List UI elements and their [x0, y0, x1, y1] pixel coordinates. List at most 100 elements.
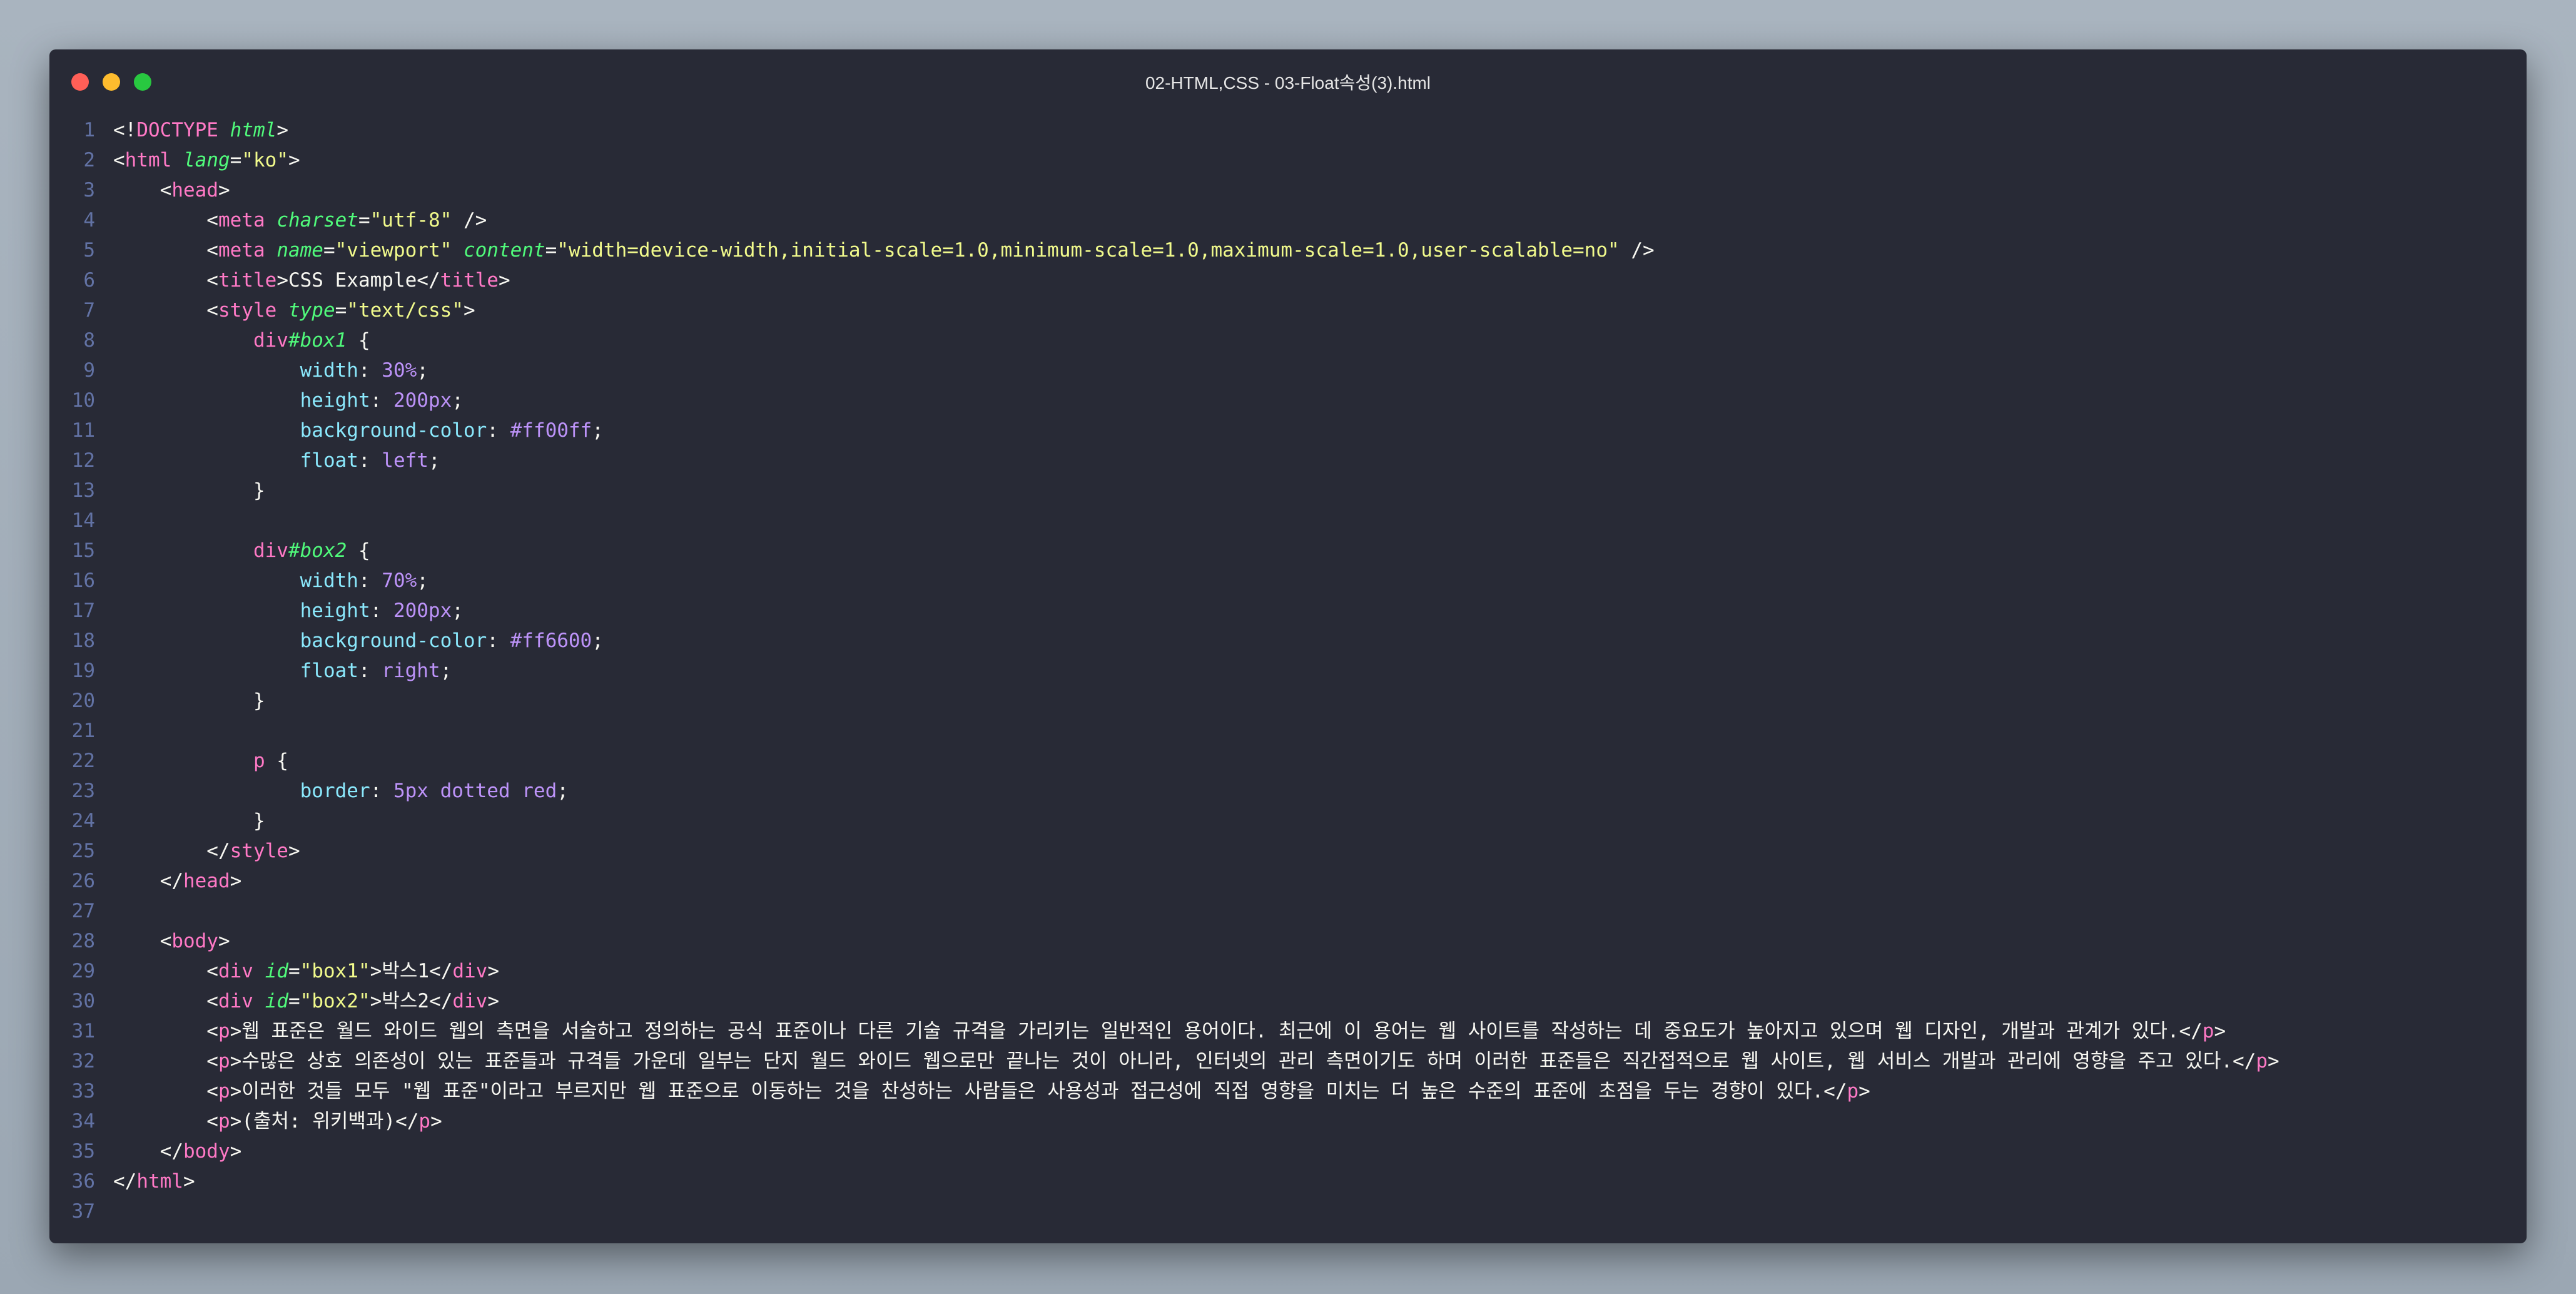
code-line[interactable]: 7 <style type="text/css"> — [49, 295, 2527, 325]
line-code: <body> — [113, 930, 230, 952]
code-line[interactable]: 33 <p>이러한 것들 모두 "웹 표준"이라고 부르지만 웹 표준으로 이동… — [49, 1076, 2527, 1106]
line-number: 5 — [83, 239, 95, 262]
code-token: background-color — [300, 629, 487, 652]
code-line[interactable]: 12 float: left; — [49, 446, 2527, 476]
code-token: charset — [276, 209, 358, 232]
code-line[interactable]: 36 </html> — [49, 1166, 2527, 1196]
code-line[interactable]: 2 <html lang="ko"> — [49, 145, 2527, 175]
line-code: background-color: #ff6600; — [113, 629, 604, 652]
line-code: } — [113, 690, 265, 712]
line-code: float: left; — [113, 449, 440, 472]
code-line[interactable]: 10 height: 200px; — [49, 385, 2527, 415]
code-line[interactable]: 15 div#box2 { — [49, 536, 2527, 566]
code-line[interactable]: 37 — [49, 1196, 2527, 1226]
line-code: } — [113, 810, 265, 832]
code-line[interactable]: 28 <body> — [49, 926, 2527, 956]
code-token: ; — [592, 419, 604, 442]
code-line[interactable]: 23 border: 5px dotted red; — [49, 776, 2527, 806]
line-code: <!DOCTYPE html> — [113, 119, 288, 141]
code-token: < — [113, 930, 172, 952]
code-token: </ — [113, 1140, 183, 1163]
code-token: > — [183, 1170, 195, 1193]
code-token: > — [1858, 1080, 1870, 1103]
line-code: float: right; — [113, 660, 452, 682]
line-number: 1 — [83, 119, 95, 141]
code-token: } — [113, 690, 265, 712]
code-token: : — [370, 599, 393, 622]
line-code: <div id="box1">박스1</div> — [113, 960, 499, 982]
code-line[interactable]: 9 width: 30%; — [49, 355, 2527, 385]
line-number: 35 — [71, 1140, 95, 1163]
code-line[interactable]: 27 — [49, 896, 2527, 926]
code-token: > — [276, 119, 288, 141]
code-line[interactable]: 30 <div id="box2">박스2</div> — [49, 986, 2527, 1016]
line-code: <p>이러한 것들 모두 "웹 표준"이라고 부르지만 웹 표준으로 이동하는 … — [113, 1080, 1870, 1103]
code-token: >CSS Example</ — [276, 269, 440, 292]
code-token: > — [288, 840, 300, 862]
code-line[interactable]: 21 — [49, 716, 2527, 746]
code-token: > — [218, 930, 230, 952]
code-token: p — [218, 1020, 230, 1042]
line-number: 24 — [71, 810, 95, 832]
code-token: { — [265, 750, 288, 772]
line-code: <p>(출처: 위키백과)</p> — [113, 1110, 442, 1133]
line-code: <p>수많은 상호 의존성이 있는 표준들과 규격들 가운데 일부는 단지 월드… — [113, 1050, 2279, 1072]
code-line[interactable]: 24 } — [49, 806, 2527, 836]
code-token: height — [300, 389, 370, 412]
line-code: div#box2 { — [113, 539, 370, 562]
code-line[interactable]: 22 p { — [49, 746, 2527, 776]
code-token: > — [487, 960, 500, 982]
code-token: left — [382, 449, 428, 472]
code-line[interactable]: 26 </head> — [49, 866, 2527, 896]
code-token: ; — [417, 359, 428, 382]
code-token: "box2" — [300, 990, 370, 1012]
code-line[interactable]: 8 div#box1 { — [49, 325, 2527, 355]
code-line[interactable]: 11 background-color: #ff00ff; — [49, 415, 2527, 446]
code-token: 200px — [393, 389, 452, 412]
code-line[interactable]: 20 } — [49, 686, 2527, 716]
code-line[interactable]: 14 — [49, 506, 2527, 536]
code-token: div — [218, 990, 253, 1012]
code-token: > — [2268, 1050, 2279, 1072]
code-line[interactable]: 32 <p>수많은 상호 의존성이 있는 표준들과 규격들 가운데 일부는 단지… — [49, 1046, 2527, 1076]
code-editor[interactable]: 1 <!DOCTYPE html> 2 <html lang="ko"> 3 <head… — [49, 112, 2527, 1243]
code-line[interactable]: 1 <!DOCTYPE html> — [49, 115, 2527, 145]
code-token: { — [347, 329, 370, 352]
line-number: 9 — [83, 359, 95, 382]
code-line[interactable]: 4 <meta charset="utf-8" /> — [49, 205, 2527, 235]
code-line[interactable]: 35 </body> — [49, 1136, 2527, 1166]
code-line[interactable]: 13 } — [49, 476, 2527, 506]
code-token: p — [218, 1110, 230, 1133]
code-line[interactable]: 29 <div id="box1">박스1</div> — [49, 956, 2527, 986]
line-number: 22 — [71, 750, 95, 772]
code-token: right — [382, 660, 440, 682]
code-line[interactable]: 17 height: 200px; — [49, 596, 2527, 626]
code-line[interactable]: 5 <meta name="viewport" content="width=d… — [49, 235, 2527, 265]
code-token: name — [276, 239, 323, 262]
line-number: 28 — [71, 930, 95, 952]
code-token: < — [113, 239, 218, 262]
code-line[interactable]: 6 <title>CSS Example</title> — [49, 265, 2527, 295]
code-token: { — [347, 539, 370, 562]
code-token: title — [218, 269, 277, 292]
code-line[interactable]: 3 <head> — [49, 175, 2527, 205]
code-line[interactable]: 31 <p>웹 표준은 월드 와이드 웹의 측면을 서술하고 정의하는 공식 표… — [49, 1016, 2527, 1046]
code-token: = — [230, 149, 242, 171]
code-token: < — [113, 149, 125, 171]
code-token: : — [358, 569, 382, 592]
code-token: < — [113, 1020, 218, 1042]
code-line[interactable]: 19 float: right; — [49, 656, 2527, 686]
code-line[interactable]: 18 background-color: #ff6600; — [49, 626, 2527, 656]
code-line[interactable]: 25 </style> — [49, 836, 2527, 866]
code-line[interactable]: 34 <p>(출처: 위키백과)</p> — [49, 1106, 2527, 1136]
code-token: >이러한 것들 모두 "웹 표준"이라고 부르지만 웹 표준으로 이동하는 것을… — [230, 1080, 1847, 1103]
code-token: body — [171, 930, 218, 952]
code-token: /> — [452, 209, 487, 232]
code-line[interactable]: 16 width: 70%; — [49, 566, 2527, 596]
code-token: > — [463, 299, 475, 322]
line-code: width: 70%; — [113, 569, 428, 592]
